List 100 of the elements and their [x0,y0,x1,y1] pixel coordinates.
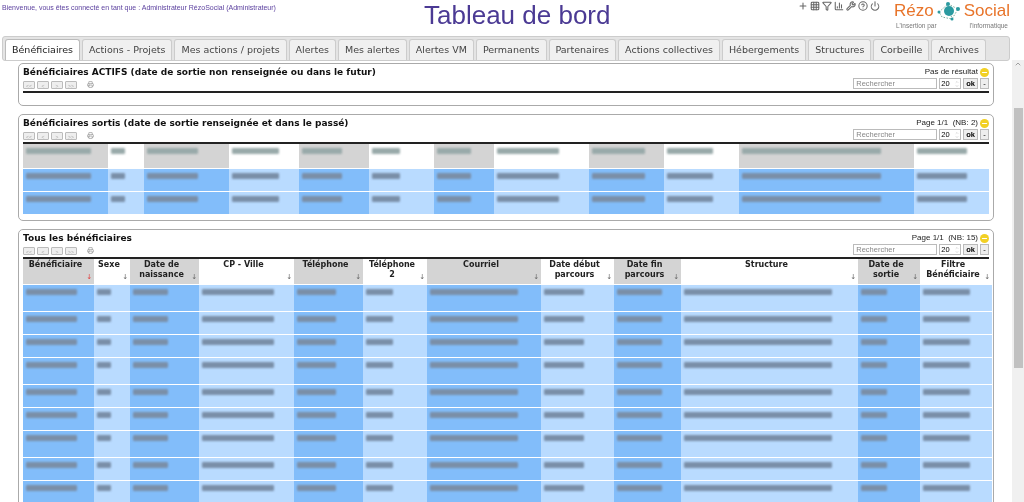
tab[interactable]: Corbeille [873,39,930,60]
tab[interactable]: Structures [808,39,872,60]
result-status: Pas de résultat [924,66,978,78]
tab[interactable]: Alertes [288,39,336,60]
blurred-text [617,462,662,468]
blurred-text [372,173,400,179]
print-icon[interactable] [87,132,94,139]
tab[interactable]: Mes alertes [338,39,407,60]
blurred-text [202,289,274,295]
blurred-text [861,412,887,418]
add-icon[interactable] [798,1,808,11]
blurred-text [97,339,111,345]
scroll-thumb[interactable] [1013,108,1023,368]
blurred-text [302,148,342,154]
tab[interactable]: Hébergements [721,39,807,60]
blurred-text [366,289,393,295]
blurred-text [923,289,970,295]
scrollbar[interactable] [1012,60,1024,502]
blurred-text [366,462,393,468]
collapse-icon[interactable] [980,233,989,243]
blurred-text [861,339,887,345]
tab[interactable]: Archives [931,39,986,60]
blurred-text [544,289,584,295]
blurred-text [592,173,645,179]
blurred-text [97,289,111,295]
blurred-text [297,435,336,441]
blurred-text [97,462,111,468]
spinner-icon[interactable] [955,245,960,254]
blurred-text [617,289,662,295]
blurred-text [302,173,342,179]
blurred-text [26,412,77,418]
blurred-text [111,148,125,154]
blurred-text [302,196,342,202]
blurred-text [366,485,393,491]
blurred-text [667,196,713,202]
blurred-text [544,462,584,468]
spinner-icon[interactable] [955,79,960,88]
grid-icon[interactable] [810,1,820,11]
blurred-text [297,462,336,468]
blurred-text [437,173,471,179]
blurred-text [97,485,111,491]
blurred-text [544,339,584,345]
tab[interactable]: Actions collectives [618,39,720,60]
blurred-text [544,316,584,322]
network-logo-icon [935,0,962,22]
blurred-text [366,362,393,368]
filter-icon[interactable] [822,1,832,11]
blurred-text [97,389,111,395]
blurred-text [202,339,274,345]
tab[interactable]: Bénéficiaires [5,39,81,60]
scroll-up-icon[interactable] [1014,60,1022,68]
blurred-text [202,435,274,441]
blurred-text [617,316,662,322]
blurred-text [544,412,584,418]
panel-title: Tous les bénéficiaires [23,232,132,245]
blurred-text [923,435,970,441]
blurred-text [26,362,77,368]
blurred-text [617,389,662,395]
tab[interactable]: Permanents [475,39,547,60]
blurred-text [97,316,111,322]
tab[interactable]: Alertes VM [408,39,474,60]
blurred-text [26,485,77,491]
blurred-text [111,196,125,202]
blurred-text [497,196,559,202]
blurred-text [202,362,274,368]
blurred-text [133,462,168,468]
blurred-text [917,196,967,202]
chart-icon[interactable] [834,1,844,11]
blurred-text [437,148,471,154]
blurred-text [147,148,198,154]
blurred-text [133,362,168,368]
blurred-text [923,485,970,491]
blurred-text [923,412,970,418]
blurred-text [202,389,274,395]
collapse-icon[interactable] [980,118,989,128]
blurred-text [592,196,645,202]
blurred-text [366,316,393,322]
spinner-icon[interactable] [955,130,960,139]
blurred-text [861,289,887,295]
blurred-text [26,316,77,322]
blurred-text [147,173,198,179]
print-icon[interactable] [87,81,94,88]
blurred-text [544,435,584,441]
result-status: Page 1/1 (NB: 2) [916,117,978,129]
tab[interactable]: Mes actions / projets [174,39,287,60]
blurred-text [97,435,111,441]
panel-title: Bénéficiaires sortis (date de sortie renseignée et dans le passé) [23,117,349,130]
tools-icon[interactable] [846,1,856,11]
blurred-text [297,485,336,491]
blurred-text [297,339,336,345]
blurred-text [617,339,662,345]
tab[interactable]: Partenaires [548,39,617,60]
help-icon[interactable] [858,1,868,11]
blurred-text [923,339,970,345]
collapse-icon[interactable] [980,67,989,77]
blurred-text [923,316,970,322]
blurred-text [861,462,887,468]
power-icon[interactable] [870,1,880,11]
tab[interactable]: Actions - Projets [82,39,173,60]
print-icon[interactable] [87,247,94,254]
